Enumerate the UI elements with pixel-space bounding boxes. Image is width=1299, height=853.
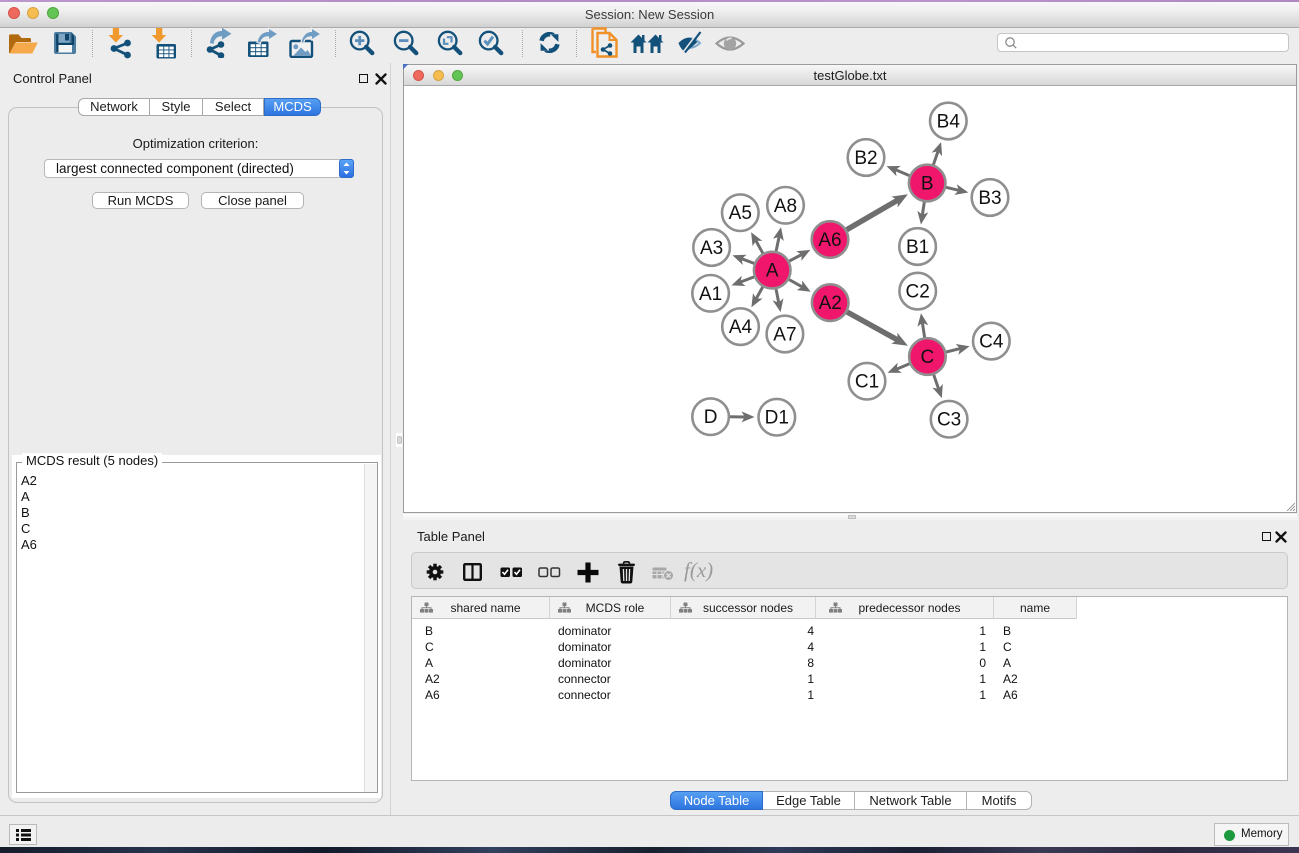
svg-text:A5: A5 [729, 203, 752, 224]
svg-text:A1: A1 [699, 284, 722, 305]
svg-text:C3: C3 [937, 410, 961, 431]
svg-text:A6: A6 [818, 230, 841, 251]
svg-text:B4: B4 [937, 112, 961, 133]
svg-text:B1: B1 [906, 237, 929, 258]
svg-text:B3: B3 [978, 188, 1001, 209]
svg-text:A2: A2 [819, 293, 842, 314]
svg-text:B: B [921, 174, 934, 195]
svg-text:A4: A4 [729, 317, 753, 338]
svg-text:D1: D1 [765, 408, 789, 429]
svg-text:A: A [766, 261, 779, 282]
svg-text:A7: A7 [773, 325, 796, 346]
svg-text:C: C [921, 347, 935, 368]
svg-text:D: D [704, 407, 718, 428]
svg-text:A8: A8 [774, 196, 797, 217]
svg-text:B2: B2 [854, 148, 877, 169]
svg-text:A3: A3 [700, 238, 723, 259]
svg-text:C4: C4 [979, 332, 1004, 353]
svg-text:C2: C2 [906, 282, 930, 303]
svg-text:C1: C1 [855, 372, 879, 393]
